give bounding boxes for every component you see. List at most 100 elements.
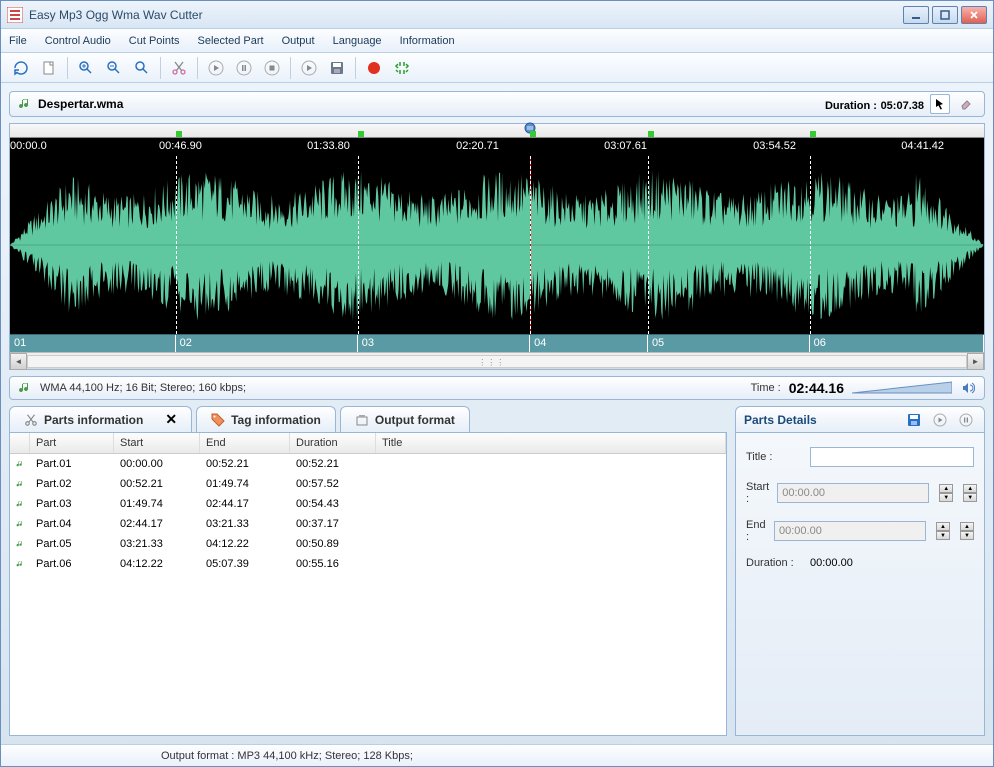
horizontal-scrollbar[interactable]: ◄ ⋮⋮⋮ ► — [10, 352, 984, 369]
part-segment[interactable]: 02 — [176, 335, 358, 352]
maximize-button[interactable] — [932, 6, 958, 24]
zoom-in-button[interactable] — [74, 56, 98, 80]
parts-details-header: Parts Details — [735, 406, 985, 432]
format-text: WMA 44,100 Hz; 16 Bit; Stereo; 160 kbps; — [40, 382, 743, 394]
cell-duration: 00:57.52 — [290, 476, 376, 492]
table-row[interactable]: Part.0100:00.0000:52.2100:52.21 — [10, 454, 726, 474]
file-name: Despertar.wma — [38, 97, 819, 111]
col-duration[interactable]: Duration — [290, 433, 376, 453]
music-icon — [18, 381, 32, 395]
end-up-button[interactable]: ▲ — [936, 522, 950, 531]
open-button[interactable] — [9, 56, 33, 80]
time-label: Time : — [751, 382, 781, 394]
details-pause-button[interactable] — [956, 410, 976, 430]
speaker-icon[interactable] — [960, 380, 976, 396]
cell-start: 03:21.33 — [114, 536, 200, 552]
close-button[interactable] — [961, 6, 987, 24]
start-up2-button[interactable]: ▲ — [963, 484, 977, 493]
table-row[interactable]: Part.0200:52.2101:49.7400:57.52 — [10, 474, 726, 494]
zoom-fit-button[interactable] — [130, 56, 154, 80]
volume-slider[interactable] — [852, 381, 952, 395]
zoom-out-button[interactable] — [102, 56, 126, 80]
cut-line[interactable] — [648, 156, 649, 334]
cut-line[interactable] — [358, 156, 359, 334]
col-title[interactable]: Title — [376, 433, 726, 453]
menu-cut-points[interactable]: Cut Points — [129, 35, 180, 47]
time-tick: 03:54.52 — [753, 140, 796, 152]
detail-end-input[interactable] — [774, 521, 926, 541]
end-down2-button[interactable]: ▼ — [960, 531, 974, 540]
file-header: Despertar.wma Duration : 05:07.38 — [9, 91, 985, 117]
tab-parts-information[interactable]: Parts information ✕ — [9, 406, 192, 432]
cut-button[interactable] — [167, 56, 191, 80]
end-down-button[interactable]: ▼ — [936, 531, 950, 540]
tab-tag-information[interactable]: Tag information — [196, 406, 336, 432]
table-row[interactable]: Part.0402:44.1703:21.3300:37.17 — [10, 514, 726, 534]
save-button[interactable] — [325, 56, 349, 80]
menu-information[interactable]: Information — [400, 35, 455, 47]
waveform-display[interactable] — [10, 156, 984, 334]
cell-end: 02:44.17 — [200, 496, 290, 512]
menu-output[interactable]: Output — [282, 35, 315, 47]
part-segment[interactable]: 03 — [358, 335, 530, 352]
details-save-button[interactable] — [904, 410, 924, 430]
cell-duration: 00:55.16 — [290, 556, 376, 572]
scroll-right-button[interactable]: ► — [967, 353, 984, 370]
start-up-button[interactable]: ▲ — [939, 484, 953, 493]
cell-title — [376, 516, 726, 532]
cell-start: 00:52.21 — [114, 476, 200, 492]
play-button[interactable] — [204, 56, 228, 80]
col-end[interactable]: End — [200, 433, 290, 453]
part-segment[interactable]: 01 — [10, 335, 176, 352]
tab-close-icon[interactable]: ✕ — [165, 411, 177, 428]
table-row[interactable]: Part.0503:21.3304:12.2200:50.89 — [10, 534, 726, 554]
cell-part: Part.05 — [30, 536, 114, 552]
cell-start: 04:12.22 — [114, 556, 200, 572]
menu-selected-part[interactable]: Selected Part — [198, 35, 264, 47]
parts-table: Part Start End Duration Title Part.0100:… — [9, 432, 727, 736]
start-down2-button[interactable]: ▼ — [963, 493, 977, 502]
menu-bar: File Control Audio Cut Points Selected P… — [1, 29, 993, 53]
eraser-tool[interactable] — [956, 94, 976, 114]
cell-duration: 00:52.21 — [290, 456, 376, 472]
cell-end: 00:52.21 — [200, 456, 290, 472]
menu-file[interactable]: File — [9, 35, 27, 47]
cell-title — [376, 476, 726, 492]
record-button[interactable] — [362, 56, 386, 80]
start-down-button[interactable]: ▼ — [939, 493, 953, 502]
output-icon — [355, 413, 369, 427]
detail-title-input[interactable] — [810, 447, 974, 467]
pause-button[interactable] — [232, 56, 256, 80]
part-segment[interactable]: 04 — [530, 335, 648, 352]
cut-line[interactable] — [176, 156, 177, 334]
time-tick: 01:33.80 — [307, 140, 350, 152]
cut-line[interactable] — [810, 156, 811, 334]
pointer-tool[interactable] — [930, 94, 950, 114]
part-segment[interactable]: 05 — [648, 335, 810, 352]
cell-duration: 00:50.89 — [290, 536, 376, 552]
tab-output-label: Output format — [375, 413, 455, 427]
time-tick: 04:41.42 — [901, 140, 944, 152]
scroll-left-button[interactable]: ◄ — [10, 353, 27, 370]
table-row[interactable]: Part.0604:12.2205:07.3900:55.16 — [10, 554, 726, 574]
table-row[interactable]: Part.0301:49.7402:44.1700:54.43 — [10, 494, 726, 514]
cut-line[interactable] — [530, 156, 531, 334]
new-button[interactable] — [37, 56, 61, 80]
time-tick: 02:20.71 — [456, 140, 499, 152]
detail-start-input[interactable] — [777, 483, 929, 503]
cell-start: 01:49.74 — [114, 496, 200, 512]
scrub-bar[interactable] — [10, 124, 984, 138]
col-start[interactable]: Start — [114, 433, 200, 453]
tab-output-format[interactable]: Output format — [340, 406, 470, 432]
arrows-button[interactable] — [390, 56, 414, 80]
cell-title — [376, 536, 726, 552]
col-part[interactable]: Part — [30, 433, 114, 453]
stop-button[interactable] — [260, 56, 284, 80]
details-play-button[interactable] — [930, 410, 950, 430]
minimize-button[interactable] — [903, 6, 929, 24]
play-part-button[interactable] — [297, 56, 321, 80]
menu-control-audio[interactable]: Control Audio — [45, 35, 111, 47]
end-up2-button[interactable]: ▲ — [960, 522, 974, 531]
part-segment[interactable]: 06 — [810, 335, 984, 352]
menu-language[interactable]: Language — [333, 35, 382, 47]
